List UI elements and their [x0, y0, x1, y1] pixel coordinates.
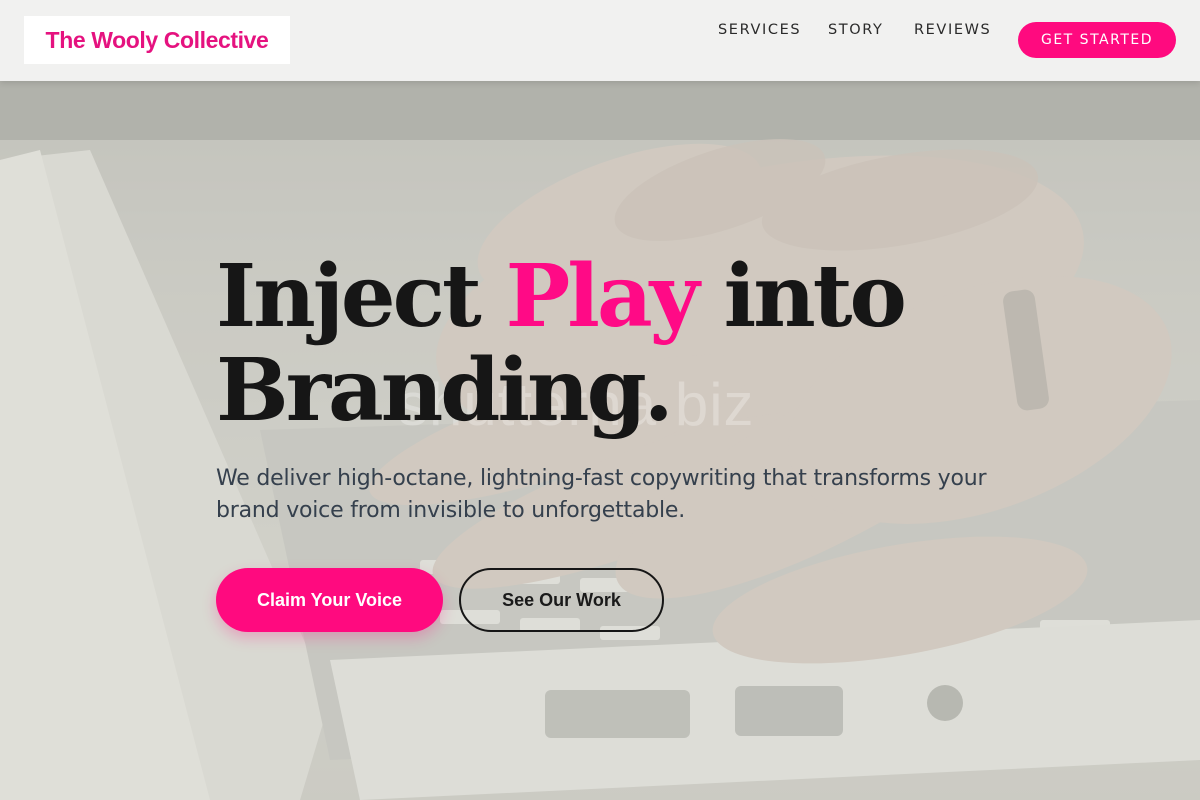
nav-link-services[interactable]: SERVICES — [718, 22, 801, 38]
site-logo[interactable]: The Wooly Collective — [24, 16, 290, 64]
hero-title-part1: Inject — [216, 246, 506, 347]
hero-subtitle: We deliver high-octane, lightning-fast c… — [216, 466, 987, 523]
nav-link-reviews[interactable]: REVIEWS — [914, 22, 991, 38]
see-our-work-button[interactable]: See Our Work — [459, 568, 664, 632]
hero-title: Inject Play into Branding. — [216, 250, 976, 438]
hero-title-accent: Play — [505, 246, 700, 347]
site-header: The Wooly Collective SERVICES STORY REVI… — [0, 0, 1200, 81]
nav-link-story[interactable]: STORY — [828, 22, 883, 38]
get-started-button[interactable]: GET STARTED — [1018, 22, 1176, 58]
claim-your-voice-button[interactable]: Claim Your Voice — [216, 568, 443, 632]
